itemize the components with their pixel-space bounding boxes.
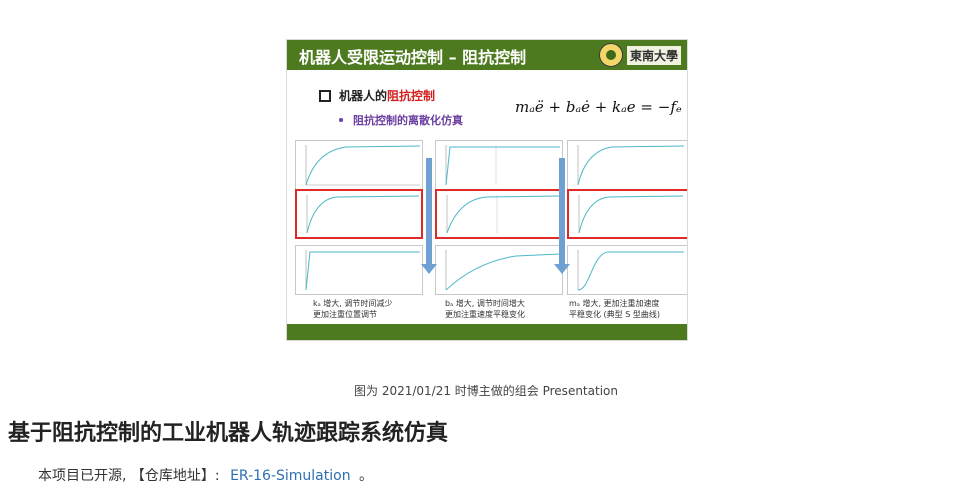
note-line: 更加注重位置调节: [313, 310, 377, 319]
response-plot: [435, 245, 563, 295]
response-plot-highlighted: [295, 189, 423, 239]
note-line: bₐ 增大, 调节时间增大: [445, 299, 525, 308]
slide-note-1: kₐ 增大, 调节时间减少 更加注重位置调节: [313, 298, 392, 320]
slide-title: 机器人受限运动控制 – 阻抗控制: [299, 48, 527, 67]
square-bullet-icon: [319, 89, 331, 102]
response-plot: [295, 140, 423, 190]
repo-paragraph: 本项目已开源, 【仓库地址】: ER-16-Simulation 。: [38, 465, 373, 485]
university-logo: 東南大學: [598, 43, 681, 67]
bullet-2-text: 阻抗控制的离散化仿真: [353, 114, 463, 127]
note-line: 平稳变化 (典型 S 型曲线): [569, 310, 660, 319]
response-plot: [567, 245, 687, 295]
response-plot: [295, 245, 423, 295]
slide-note-3: mₐ 增大, 更加注重加速度 平稳变化 (典型 S 型曲线): [569, 298, 660, 320]
response-plot-highlighted: [435, 189, 563, 239]
paragraph-suffix: 。: [359, 468, 374, 484]
image-caption: 图为 2021/01/21 时博主做的组会 Presentation: [354, 384, 618, 398]
down-arrow-icon: [554, 158, 570, 274]
presentation-slide-image: 机器人受限运动控制 – 阻抗控制 東南大學 机器人的 阻抗控制 阻抗控制的离散化仿…: [286, 39, 688, 341]
slide-note-2: bₐ 增大, 调节时间增大 更加注重速度平稳变化: [445, 298, 525, 320]
dot-bullet-icon: [339, 118, 343, 122]
repo-link[interactable]: ER-16-Simulation: [230, 468, 351, 484]
bullet-1-highlight: 阻抗控制: [387, 89, 436, 103]
slide-bullet-1: 机器人的 阻抗控制: [319, 87, 435, 104]
impedance-equation: mₐë + bₐė + kₐe = −fₑ: [515, 98, 682, 116]
paragraph-prefix: 本项目已开源, 【仓库地址】:: [38, 468, 220, 484]
section-heading: 基于阻抗控制的工业机器人轨迹跟踪系统仿真: [8, 421, 449, 446]
seal-icon: [598, 43, 623, 67]
logo-text: 東南大學: [626, 45, 681, 65]
down-arrow-icon: [421, 158, 437, 274]
response-plot-highlighted: [567, 189, 687, 239]
note-line: 更加注重速度平稳变化: [445, 310, 525, 319]
slide-header: 机器人受限运动控制 – 阻抗控制 東南大學: [287, 40, 687, 70]
response-plot: [435, 140, 563, 190]
slide-footer-bar: [287, 324, 687, 340]
bullet-1-prefix: 机器人的: [339, 89, 388, 103]
note-line: mₐ 增大, 更加注重加速度: [569, 299, 660, 308]
response-plot: [567, 140, 687, 190]
slide-bullet-2: 阻抗控制的离散化仿真: [339, 112, 463, 128]
note-line: kₐ 增大, 调节时间减少: [313, 299, 393, 308]
